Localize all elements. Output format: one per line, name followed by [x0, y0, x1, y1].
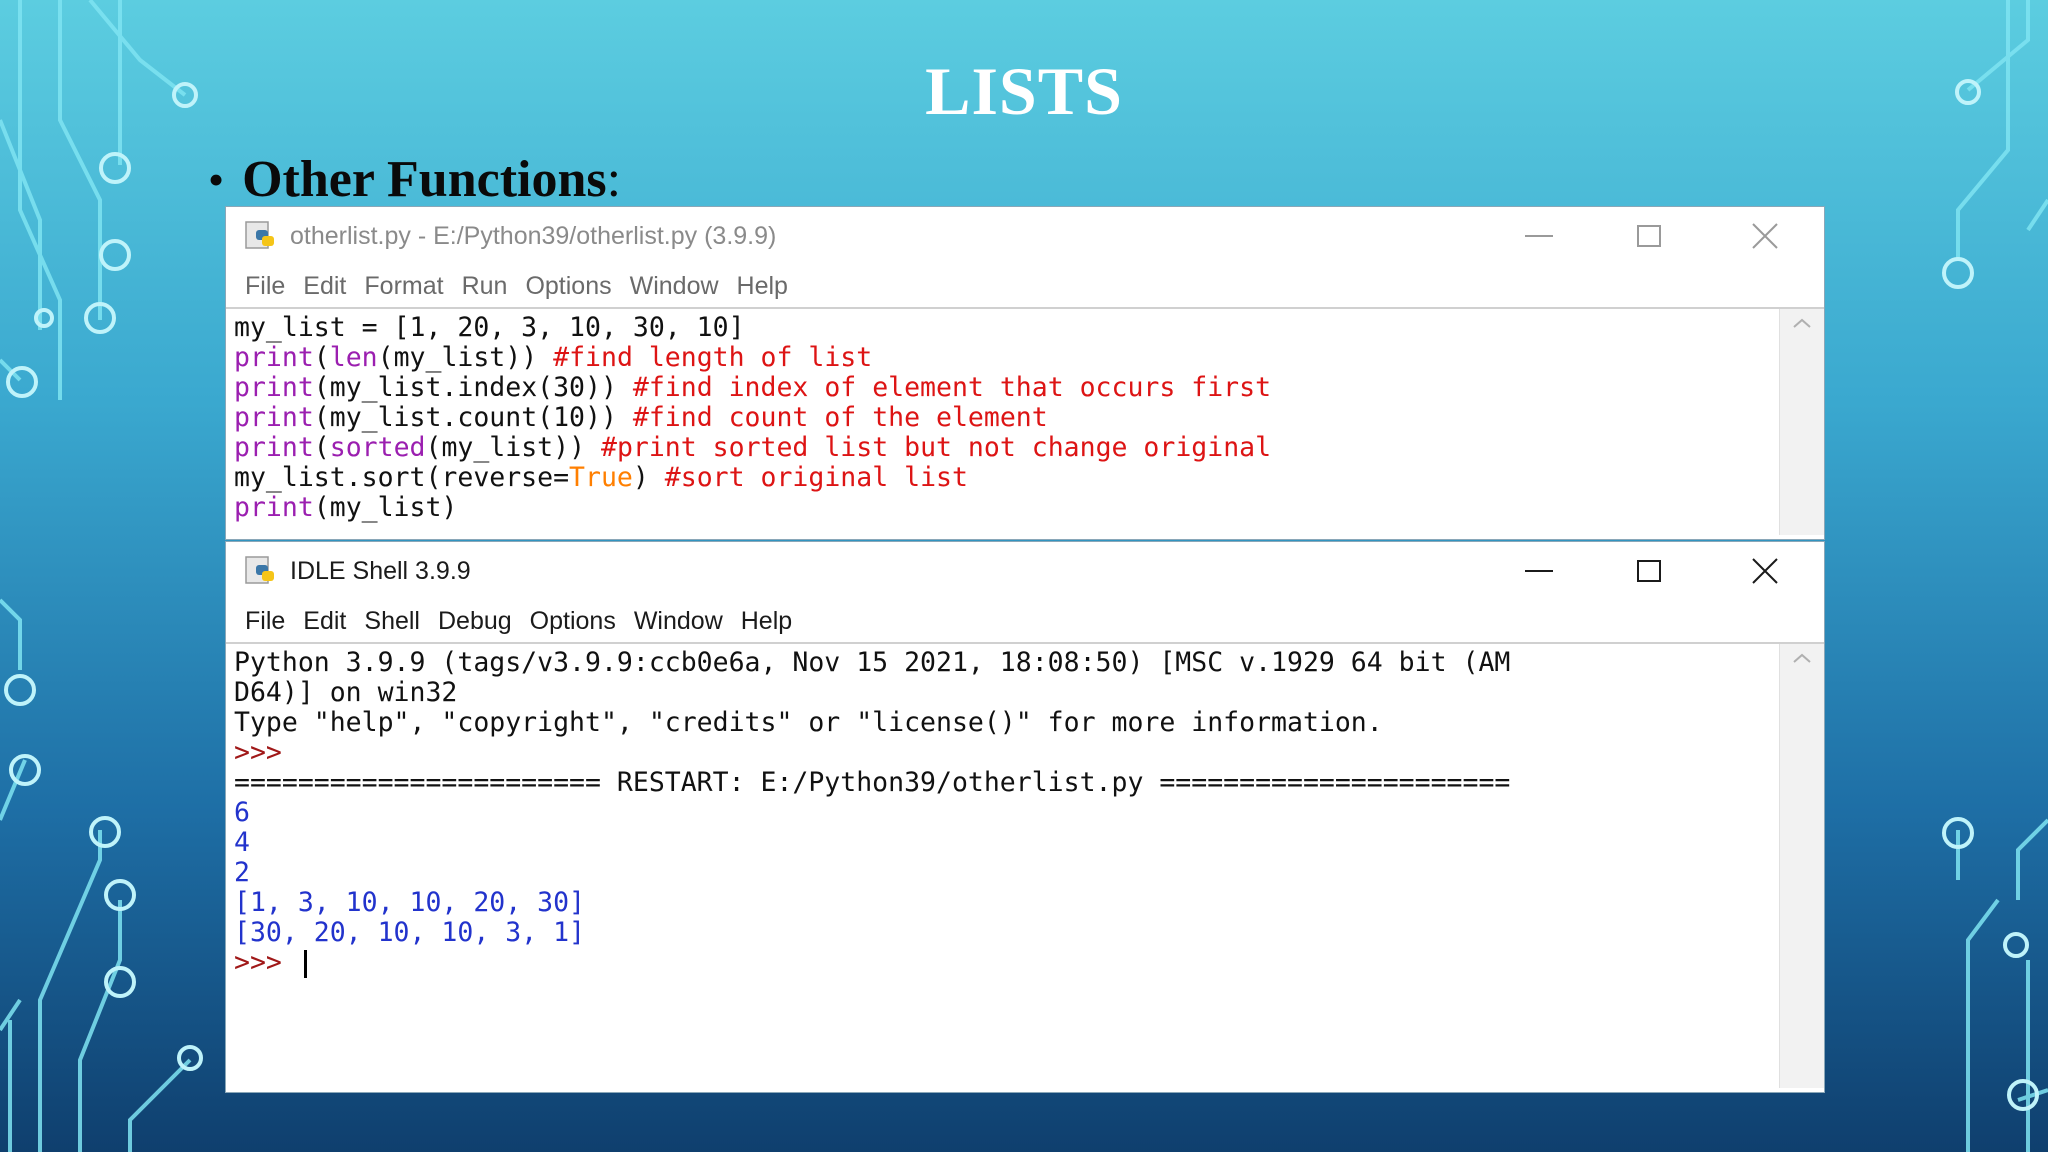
- shell-restart-line: ======================= RESTART: E:/Pyth…: [234, 767, 1511, 798]
- code-text: (: [313, 342, 330, 373]
- close-button[interactable]: [1740, 550, 1790, 592]
- code-text: (my_list)): [425, 432, 601, 463]
- shell-output: 2: [234, 857, 250, 888]
- bullet-dot: •: [208, 154, 225, 205]
- code-keyword: print: [234, 432, 314, 463]
- code-keyword: len: [329, 342, 378, 373]
- slide-title: LISTS: [925, 53, 1123, 129]
- code-keyword: print: [234, 342, 314, 373]
- close-icon: [1752, 223, 1778, 249]
- editor-text-area[interactable]: my_list = [1, 20, 3, 10, 30, 10] print(l…: [226, 309, 1824, 535]
- code-text: (my_list)): [377, 342, 554, 373]
- shell-input-line[interactable]: >>>: [234, 948, 1824, 978]
- shell-output: 6: [234, 797, 250, 828]
- code-line: my_list = [1, 20, 3, 10, 30, 10]: [234, 313, 1824, 343]
- close-icon: [1752, 558, 1778, 584]
- code-line: my_list.sort(reverse=True) #sort origina…: [234, 463, 1824, 493]
- shell-menubar: File Edit Shell Debug Options Window Hel…: [226, 600, 1824, 644]
- menu-help[interactable]: Help: [732, 607, 801, 636]
- menu-window[interactable]: Window: [625, 607, 732, 636]
- menu-run[interactable]: Run: [453, 272, 517, 301]
- menu-help[interactable]: Help: [728, 272, 797, 301]
- shell-output: [1, 3, 10, 10, 20, 30]: [234, 887, 585, 918]
- chevron-up-icon[interactable]: [1792, 317, 1812, 329]
- shell-titlebar[interactable]: IDLE Shell 3.9.9: [226, 542, 1824, 600]
- code-text: my_list = [1, 20, 3, 10, 30, 10]: [234, 312, 745, 343]
- menu-format[interactable]: Format: [355, 272, 452, 301]
- code-line: print(my_list.count(10)) #find count of …: [234, 403, 1824, 433]
- minimize-button[interactable]: [1514, 550, 1564, 592]
- close-button[interactable]: [1740, 215, 1790, 257]
- editor-titlebar[interactable]: otherlist.py - E:/Python39/otherlist.py …: [226, 207, 1824, 265]
- code-comment: #find count of the element: [632, 402, 1048, 433]
- menu-debug[interactable]: Debug: [429, 607, 521, 636]
- code-keyword: sorted: [329, 432, 426, 463]
- code-line: print(my_list.index(30)) #find index of …: [234, 373, 1824, 403]
- code-text: (my_list.count(10)): [313, 402, 633, 433]
- bullet-item: • Other Functions:: [208, 150, 621, 209]
- circuit-decoration-left: [0, 0, 203, 1152]
- editor-scrollbar[interactable]: [1779, 309, 1824, 535]
- bullet-heading: Other Functions: [242, 151, 607, 208]
- code-text: (: [313, 432, 330, 463]
- shell-prompt: >>>: [234, 947, 298, 978]
- menu-options[interactable]: Options: [516, 272, 620, 301]
- code-line: print(len(my_list)) #find length of list: [234, 343, 1824, 373]
- menu-file[interactable]: File: [236, 607, 294, 636]
- shell-title: IDLE Shell 3.9.9: [290, 556, 471, 585]
- code-line: print(my_list): [234, 493, 1824, 523]
- code-keyword: print: [234, 372, 314, 403]
- minimize-button[interactable]: [1514, 215, 1564, 257]
- code-comment: #find index of element that occurs first: [632, 372, 1272, 403]
- menu-options[interactable]: Options: [521, 607, 625, 636]
- editor-window: otherlist.py - E:/Python39/otherlist.py …: [226, 207, 1824, 539]
- code-keyword: print: [234, 492, 314, 523]
- text-cursor: [303, 949, 307, 978]
- python-idle-icon: [245, 556, 274, 584]
- bullet-text: Other Functions:: [242, 150, 621, 209]
- circuit-decoration-right: [1942, 0, 2048, 1152]
- menu-edit[interactable]: Edit: [294, 607, 355, 636]
- code-line: print(sorted(my_list)) #print sorted lis…: [234, 433, 1824, 463]
- minimize-icon: [1525, 235, 1553, 237]
- bullet-colon: :: [606, 151, 622, 208]
- menu-shell[interactable]: Shell: [355, 607, 429, 636]
- code-comment: #sort original list: [664, 462, 968, 493]
- maximize-icon: [1637, 560, 1661, 582]
- code-text: my_list.sort(reverse=: [234, 462, 570, 493]
- minimize-icon: [1525, 570, 1553, 572]
- python-idle-icon: [245, 221, 274, 249]
- shell-output: [30, 20, 10, 10, 3, 1]: [234, 917, 585, 948]
- code-text: (my_list.index(30)): [313, 372, 633, 403]
- code-text: (my_list): [313, 492, 458, 523]
- chevron-up-icon[interactable]: [1792, 652, 1812, 664]
- shell-window: IDLE Shell 3.9.9 File Edit Shell Debug O…: [226, 542, 1824, 1092]
- shell-line: Python 3.9.9 (tags/v3.9.9:ccb0e6a, Nov 1…: [234, 647, 1511, 678]
- menu-window[interactable]: Window: [621, 272, 728, 301]
- shell-line: Type "help", "copyright", "credits" or "…: [234, 707, 1383, 738]
- maximize-button[interactable]: [1624, 215, 1674, 257]
- code-keyword: print: [234, 402, 314, 433]
- code-comment: #print sorted list but not change origin…: [600, 432, 1272, 463]
- shell-prompt: >>>: [234, 737, 282, 768]
- editor-title: otherlist.py - E:/Python39/otherlist.py …: [290, 221, 777, 250]
- shell-scrollbar[interactable]: [1779, 644, 1824, 1088]
- maximize-icon: [1637, 225, 1661, 247]
- maximize-button[interactable]: [1624, 550, 1674, 592]
- code-comment: #find length of list: [553, 342, 873, 373]
- menu-file[interactable]: File: [236, 272, 294, 301]
- code-text: ): [632, 462, 665, 493]
- editor-menubar: File Edit Format Run Options Window Help: [226, 265, 1824, 309]
- shell-output: 4: [234, 827, 250, 858]
- shell-text-area[interactable]: Python 3.9.9 (tags/v3.9.9:ccb0e6a, Nov 1…: [226, 644, 1824, 1088]
- menu-edit[interactable]: Edit: [294, 272, 355, 301]
- shell-line: D64)] on win32: [234, 677, 458, 708]
- code-builtin: True: [569, 462, 633, 493]
